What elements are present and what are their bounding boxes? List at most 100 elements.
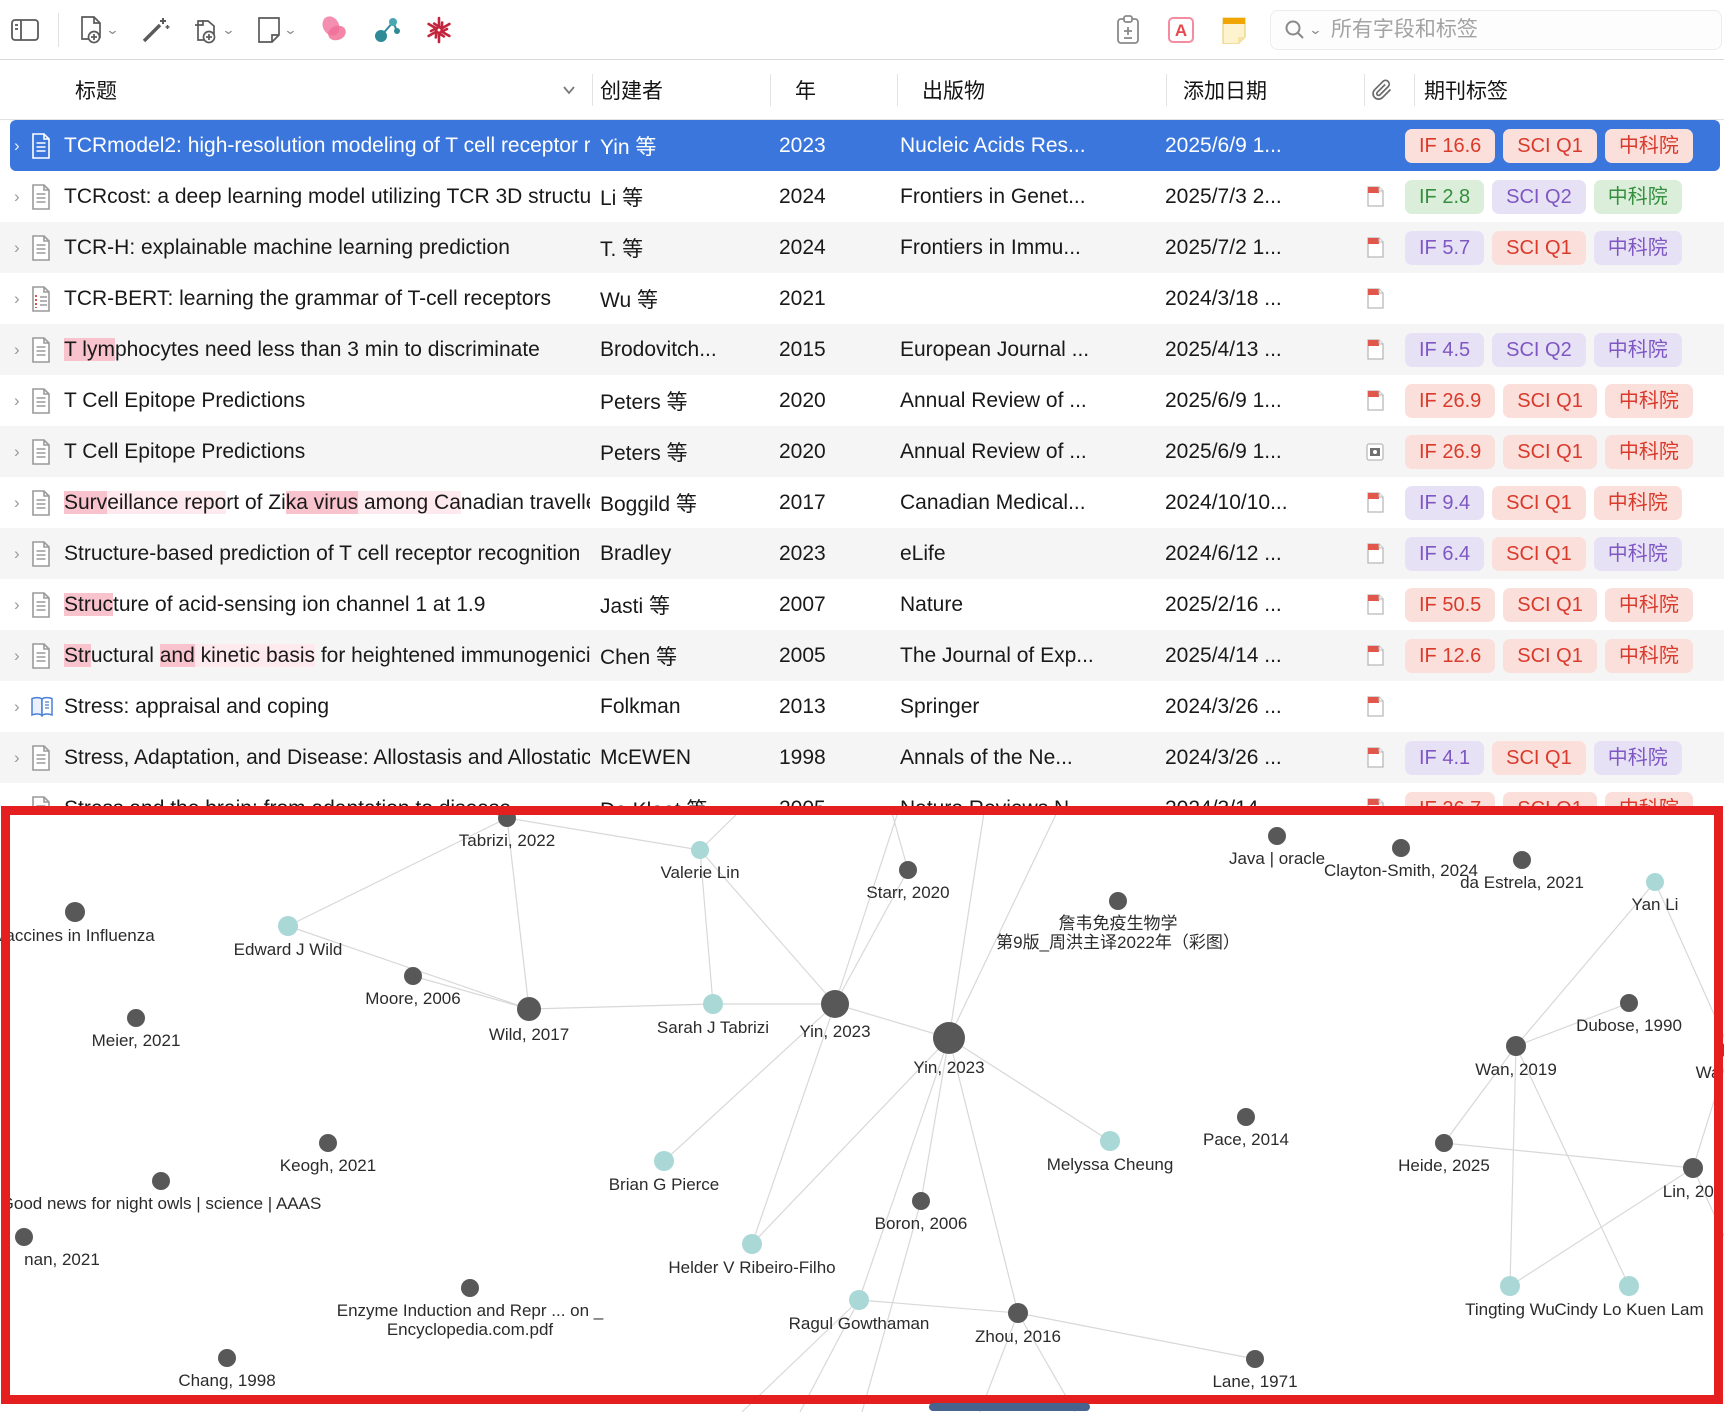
graph-node[interactable] bbox=[933, 1022, 965, 1054]
attachment-cell bbox=[1345, 543, 1405, 564]
new-item-button[interactable]: ⌄ bbox=[67, 8, 129, 52]
graph-node[interactable] bbox=[127, 1009, 145, 1027]
publication-cell: Nature bbox=[900, 593, 1165, 617]
graph-node[interactable] bbox=[899, 861, 917, 879]
expand-chevron-icon[interactable]: › bbox=[0, 697, 30, 717]
graph-node[interactable] bbox=[1100, 1131, 1120, 1151]
table-row[interactable]: ›Stress: appraisal and copingFolkman2013… bbox=[0, 681, 1724, 732]
table-row[interactable]: ›Structure-based prediction of T cell re… bbox=[0, 528, 1724, 579]
table-row[interactable]: ›T Cell Epitope PredictionsPeters 等2020A… bbox=[0, 426, 1724, 477]
translate-plugin-button[interactable]: A bbox=[1156, 8, 1206, 52]
expand-chevron-icon[interactable]: › bbox=[0, 442, 30, 462]
sort-chevron-icon[interactable] bbox=[560, 60, 578, 120]
table-row[interactable]: ›TCRcost: a deep learning model utilizin… bbox=[0, 171, 1724, 222]
publication-cell: European Journal ... bbox=[900, 338, 1165, 362]
graph-node[interactable] bbox=[1246, 1350, 1264, 1368]
graph-node[interactable] bbox=[1109, 892, 1127, 910]
graph-node[interactable] bbox=[278, 916, 298, 936]
graph-node[interactable] bbox=[15, 1228, 33, 1246]
graph-node[interactable] bbox=[1513, 851, 1531, 869]
graph-node[interactable] bbox=[218, 1349, 236, 1367]
petals-plugin-button[interactable] bbox=[307, 8, 361, 52]
expand-chevron-icon[interactable]: › bbox=[0, 238, 30, 258]
collapse-sidebar-button[interactable] bbox=[0, 8, 50, 52]
year-cell: 2020 bbox=[779, 440, 900, 464]
graph-node[interactable] bbox=[1620, 994, 1638, 1012]
add-by-identifier-button[interactable] bbox=[129, 8, 181, 52]
graph-node[interactable] bbox=[821, 990, 849, 1018]
expand-chevron-icon[interactable]: › bbox=[0, 646, 30, 666]
graph-node[interactable] bbox=[461, 1279, 479, 1297]
graph-node[interactable] bbox=[1506, 1036, 1526, 1056]
expand-chevron-icon[interactable]: › bbox=[0, 289, 30, 309]
expand-chevron-icon[interactable]: › bbox=[0, 595, 30, 615]
chevron-down-icon: ⌄ bbox=[283, 22, 297, 38]
graph-node[interactable] bbox=[1237, 1108, 1255, 1126]
graph-node[interactable] bbox=[152, 1172, 170, 1190]
new-attachment-button[interactable]: ⌄ bbox=[181, 8, 245, 52]
graph-node[interactable] bbox=[691, 841, 709, 859]
graph-node-label: Lane, 1971 bbox=[1212, 1372, 1297, 1391]
graph-node[interactable] bbox=[404, 967, 422, 985]
graph-node[interactable] bbox=[1268, 827, 1286, 845]
graph-node[interactable] bbox=[1500, 1276, 1520, 1296]
graph-node[interactable] bbox=[65, 902, 85, 922]
table-row[interactable]: ›TCRmodel2: high-resolution modeling of … bbox=[0, 120, 1724, 171]
graph-node[interactable] bbox=[654, 1151, 674, 1171]
column-header-date-added[interactable]: 添加日期 bbox=[1183, 60, 1267, 120]
column-header-creator[interactable]: 创建者 bbox=[600, 60, 663, 120]
graph-node[interactable] bbox=[1435, 1134, 1453, 1152]
search-field-container: ⌄ bbox=[1270, 10, 1722, 50]
date-added-cell: 2024/3/26 ... bbox=[1165, 695, 1345, 719]
column-divider[interactable] bbox=[770, 74, 771, 106]
column-divider[interactable] bbox=[592, 74, 593, 106]
column-divider[interactable] bbox=[897, 74, 898, 106]
new-note-button[interactable]: ⌄ bbox=[245, 8, 307, 52]
expand-chevron-icon[interactable]: › bbox=[0, 748, 30, 768]
column-header-journal-tags[interactable]: 期刊标签 bbox=[1424, 60, 1508, 120]
graph-node[interactable] bbox=[849, 1290, 869, 1310]
graph-node[interactable] bbox=[742, 1234, 762, 1254]
citation-graph-panel[interactable]: Tabrizi, 2022Valerie LinStarr, 2020Java … bbox=[0, 806, 1724, 1412]
column-header-title[interactable]: 标题 bbox=[75, 60, 117, 120]
expand-chevron-icon[interactable]: › bbox=[0, 493, 30, 513]
column-header-year[interactable]: 年 bbox=[795, 60, 816, 120]
graph-node[interactable] bbox=[1008, 1303, 1028, 1323]
graph-node[interactable] bbox=[517, 997, 541, 1021]
import-clipboard-button[interactable] bbox=[1104, 8, 1152, 52]
graph-node[interactable] bbox=[1392, 839, 1410, 857]
expand-chevron-icon[interactable]: › bbox=[0, 340, 30, 360]
graph-node[interactable] bbox=[1646, 873, 1664, 891]
graph-node[interactable] bbox=[912, 1192, 930, 1210]
graph-node[interactable] bbox=[703, 994, 723, 1014]
openai-plugin-button[interactable] bbox=[413, 8, 465, 52]
graph-plugin-button[interactable] bbox=[361, 8, 413, 52]
column-header-publication[interactable]: 出版物 bbox=[922, 60, 985, 120]
expand-chevron-icon[interactable]: › bbox=[0, 136, 30, 156]
expand-chevron-icon[interactable]: › bbox=[0, 544, 30, 564]
column-divider[interactable] bbox=[1414, 74, 1415, 106]
expand-chevron-icon[interactable]: › bbox=[0, 391, 30, 411]
graph-node[interactable] bbox=[319, 1134, 337, 1152]
expand-chevron-icon[interactable]: › bbox=[0, 187, 30, 207]
chevron-down-icon: ⌄ bbox=[105, 22, 119, 38]
column-divider[interactable] bbox=[1364, 74, 1365, 106]
table-row[interactable]: ›Structural and kinetic basis for height… bbox=[0, 630, 1724, 681]
table-row[interactable]: ›Stress, Adaptation, and Disease: Allost… bbox=[0, 732, 1724, 783]
column-header-attachment[interactable] bbox=[1370, 60, 1394, 120]
table-row[interactable]: ›T lymphocytes need less than 3 min to d… bbox=[0, 324, 1724, 375]
sticky-note-button[interactable] bbox=[1210, 8, 1258, 52]
publication-cell: Frontiers in Immu... bbox=[900, 236, 1165, 260]
table-row[interactable]: ›TCR-H: explainable machine learning pre… bbox=[0, 222, 1724, 273]
graph-node[interactable] bbox=[498, 809, 516, 827]
search-input[interactable] bbox=[1329, 17, 1709, 43]
table-row[interactable]: ›TCR-BERT: learning the grammar of T-cel… bbox=[0, 273, 1724, 324]
table-row[interactable]: ›Surveillance report of Zika virus among… bbox=[0, 477, 1724, 528]
pdf-attachment-icon bbox=[1367, 594, 1384, 615]
graph-node[interactable] bbox=[1619, 1276, 1639, 1296]
horizontal-scrollbar-thumb[interactable] bbox=[929, 1403, 1090, 1411]
table-row[interactable]: ›Structure of acid-sensing ion channel 1… bbox=[0, 579, 1724, 630]
table-row[interactable]: ›T Cell Epitope PredictionsPeters 等2020A… bbox=[0, 375, 1724, 426]
column-divider[interactable] bbox=[1166, 74, 1167, 106]
graph-node[interactable] bbox=[1683, 1158, 1703, 1178]
